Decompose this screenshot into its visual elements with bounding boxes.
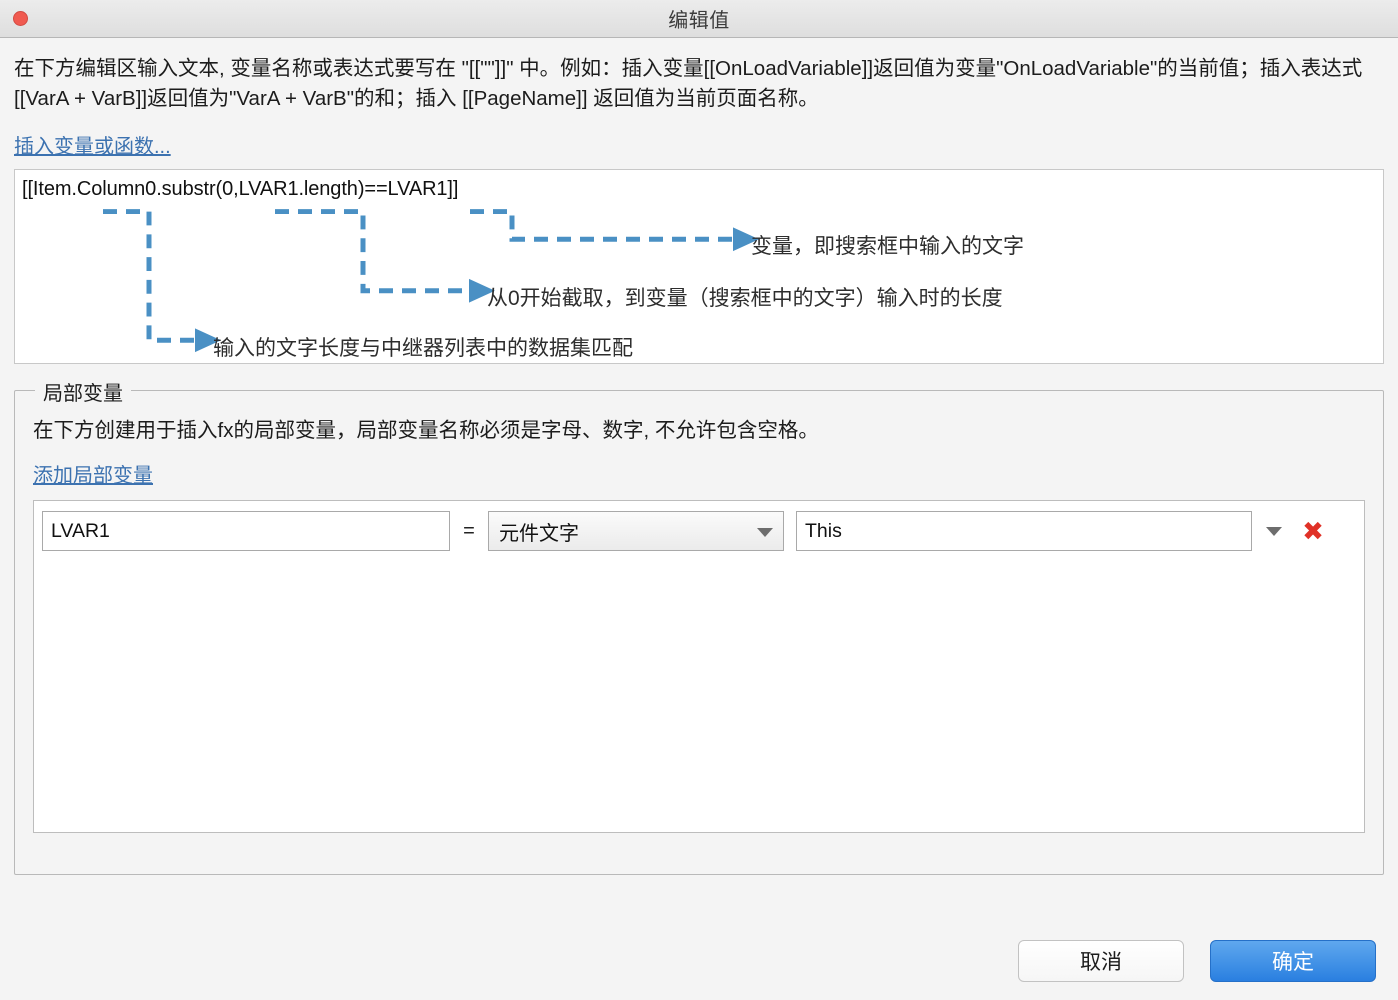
annotation-label-match: 输入的文字长度与中继器列表中的数据集匹配 bbox=[213, 337, 633, 361]
equals-label: = bbox=[463, 519, 475, 542]
insert-variable-link-row: 插入变量或函数... bbox=[14, 130, 1384, 159]
local-variables-list: = 元件文字 ✖ bbox=[33, 500, 1365, 834]
dialog-footer: 取消 确定 bbox=[0, 926, 1398, 1000]
title-bar: 编辑值 bbox=[0, 0, 1398, 38]
variable-type-select[interactable]: 元件文字 bbox=[488, 511, 784, 552]
annotation-label-variable: 变量，即搜索框中输入的文字 bbox=[751, 235, 1024, 259]
formula-text: [[Item.Column0.substr(0,LVAR1.length)==L… bbox=[22, 178, 459, 201]
variable-name-input[interactable] bbox=[42, 511, 450, 552]
local-variables-group: 局部变量 在下方创建用于插入fx的局部变量，局部变量名称必须是字母、数字, 不允… bbox=[14, 377, 1384, 876]
delete-variable-button[interactable]: ✖ bbox=[1296, 518, 1330, 544]
variable-target-input[interactable] bbox=[796, 511, 1252, 552]
edit-value-dialog: 编辑值 在下方编辑区输入文本, 变量名称或表达式要写在 "[[""]]" 中。例… bbox=[0, 0, 1398, 1000]
chevron-down-icon bbox=[1266, 526, 1282, 536]
cancel-button[interactable]: 取消 bbox=[1018, 940, 1184, 982]
annotation-label-substr: 从0开始截取，到变量（搜索框中的文字）输入时的长度 bbox=[487, 287, 1003, 311]
chevron-down-icon bbox=[757, 528, 773, 538]
local-variable-row: = 元件文字 ✖ bbox=[42, 511, 1356, 552]
insert-variable-link[interactable]: 插入变量或函数... bbox=[14, 130, 171, 159]
variable-type-value: 元件文字 bbox=[499, 522, 579, 545]
intro-text: 在下方编辑区输入文本, 变量名称或表达式要写在 "[[""]]" 中。例如：插入… bbox=[14, 57, 1363, 111]
close-icon[interactable] bbox=[13, 11, 28, 26]
variable-target-dropdown-button[interactable] bbox=[1252, 526, 1296, 536]
formula-editor[interactable]: [[Item.Column0.substr(0,LVAR1.length)==L… bbox=[14, 169, 1384, 365]
add-local-variable-link[interactable]: 添加局部变量 bbox=[33, 459, 153, 488]
dialog-body: 在下方编辑区输入文本, 变量名称或表达式要写在 "[[""]]" 中。例如：插入… bbox=[0, 38, 1398, 926]
local-variables-legend: 局部变量 bbox=[35, 377, 131, 407]
page-title: 编辑值 bbox=[668, 10, 730, 32]
local-variables-description: 在下方创建用于插入fx的局部变量，局部变量名称必须是字母、数字, 不允许包含空格… bbox=[33, 419, 819, 443]
ok-button[interactable]: 确定 bbox=[1210, 940, 1376, 982]
add-local-variable-row: 添加局部变量 bbox=[33, 459, 1365, 488]
